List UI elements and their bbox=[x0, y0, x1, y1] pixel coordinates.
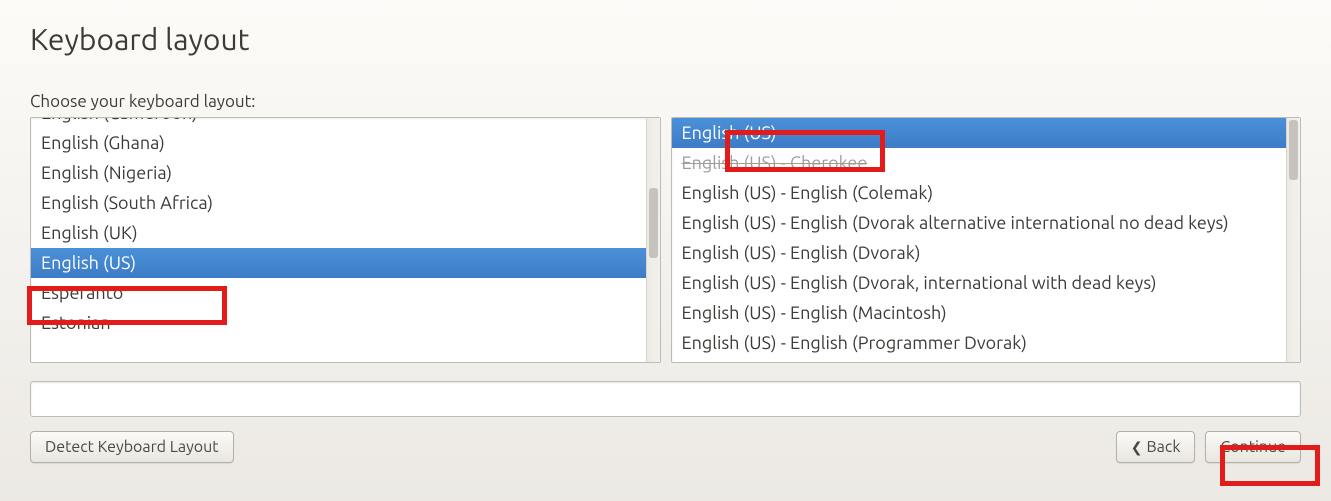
variant-list-item[interactable]: English (US) - English (Macintosh) bbox=[672, 298, 1287, 328]
layout-selection-row: English (Cameroon)English (Ghana)English… bbox=[30, 117, 1301, 363]
language-list-item[interactable]: English (UK) bbox=[31, 218, 646, 248]
continue-button-label: Continue bbox=[1220, 438, 1286, 456]
back-button[interactable]: ❮ Back bbox=[1116, 431, 1196, 463]
keyboard-test-input[interactable] bbox=[30, 381, 1301, 417]
variant-list-item[interactable]: English (US) - English (US, alternative … bbox=[672, 358, 1287, 362]
detect-keyboard-layout-button[interactable]: Detect Keyboard Layout bbox=[30, 431, 234, 463]
language-listbox-scrollbar[interactable] bbox=[646, 118, 660, 362]
language-listbox[interactable]: English (Cameroon)English (Ghana)English… bbox=[30, 117, 661, 363]
variant-list-item[interactable]: English (US) - English (Colemak) bbox=[672, 178, 1287, 208]
language-list-item[interactable]: Estonian bbox=[31, 308, 646, 338]
page-title: Keyboard layout bbox=[30, 22, 1301, 56]
language-list-item[interactable]: English (Cameroon) bbox=[31, 118, 646, 128]
variant-list-item[interactable]: English (US) - English (Dvorak alternati… bbox=[672, 208, 1287, 238]
variant-listbox[interactable]: English (US)English (US) - CherokeeEngli… bbox=[671, 117, 1302, 363]
language-list-item[interactable]: English (Nigeria) bbox=[31, 158, 646, 188]
language-list-item[interactable]: English (Ghana) bbox=[31, 128, 646, 158]
detect-button-label: Detect Keyboard Layout bbox=[45, 438, 219, 456]
continue-button[interactable]: Continue bbox=[1205, 431, 1301, 463]
variant-listbox-scrollbar[interactable] bbox=[1286, 118, 1300, 362]
language-list-item[interactable]: English (US) bbox=[31, 248, 646, 278]
variant-list-item[interactable]: English (US) - Cherokee bbox=[672, 148, 1287, 178]
language-list-item[interactable]: Esperanto bbox=[31, 278, 646, 308]
instruction-label: Choose your keyboard layout: bbox=[30, 92, 1301, 111]
language-list-item[interactable]: English (South Africa) bbox=[31, 188, 646, 218]
back-button-label: Back bbox=[1147, 438, 1181, 456]
variant-list-item[interactable]: English (US) - English (Dvorak) bbox=[672, 238, 1287, 268]
variant-list-item[interactable]: English (US) - English (Dvorak, internat… bbox=[672, 268, 1287, 298]
variant-list-item[interactable]: English (US) bbox=[672, 118, 1287, 148]
variant-list-item[interactable]: English (US) - English (Programmer Dvora… bbox=[672, 328, 1287, 358]
chevron-left-icon: ❮ bbox=[1131, 439, 1143, 456]
button-row: Detect Keyboard Layout ❮ Back Continue bbox=[30, 431, 1301, 463]
